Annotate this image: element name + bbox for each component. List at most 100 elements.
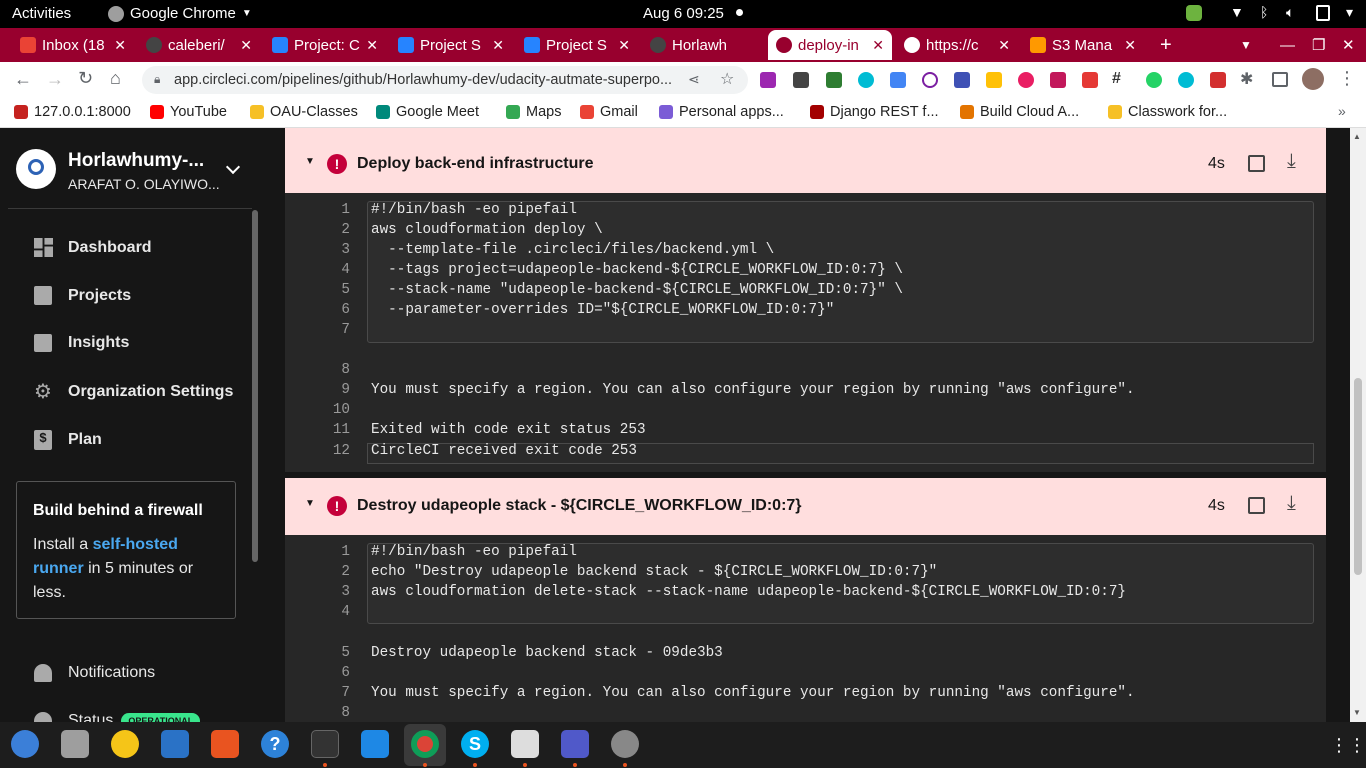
app-menu[interactable]: Google Chrome ▼	[108, 5, 252, 22]
org-avatar[interactable]	[16, 149, 56, 189]
more-menu-icon[interactable]: ⋮	[1338, 68, 1356, 89]
download-icon[interactable]: ⤓	[1287, 492, 1296, 515]
maximize-button[interactable]: ❐	[1304, 30, 1328, 60]
clock[interactable]: Aug 6 09:25	[643, 5, 724, 22]
close-icon[interactable]: ✕	[492, 37, 504, 54]
extension-icon[interactable]	[1082, 72, 1098, 88]
terminal-icon[interactable]	[311, 730, 339, 758]
activities-button[interactable]: Activities	[12, 5, 71, 22]
chevron-down-icon[interactable]	[225, 159, 241, 175]
wifi-icon[interactable]: ▼	[1230, 4, 1244, 20]
address-bar[interactable]: 🔒︎ app.circleci.com/pipelines/github/Hor…	[142, 66, 748, 94]
back-icon[interactable]: ←	[14, 69, 32, 90]
google-translate-icon[interactable]	[890, 72, 906, 88]
react-devtools-icon[interactable]	[858, 72, 874, 88]
share-icon[interactable]: ⋖	[688, 71, 700, 88]
battery-icon[interactable]	[1316, 5, 1330, 21]
sidebar-item-projects[interactable]: Projects	[34, 286, 131, 305]
extension-icon[interactable]	[986, 72, 1002, 88]
show-applications-icon[interactable]: ⋮⋮⋮	[1330, 735, 1366, 756]
bookmark-classwork[interactable]: Classwork for...	[1108, 104, 1227, 120]
open-external-icon[interactable]	[1248, 155, 1265, 172]
step-header-destroy-stack[interactable]: ▼ ! Destroy udapeople stack - ${CIRCLE_W…	[285, 478, 1326, 535]
org-name[interactable]: Horlawhumy-...	[68, 150, 204, 172]
extension-icon[interactable]	[793, 72, 809, 88]
main-scrollbar-thumb[interactable]	[1354, 378, 1362, 575]
main-scrollbar-track[interactable]: ▲ ▼	[1350, 128, 1366, 722]
collapse-chevron-icon[interactable]: ▼	[305, 156, 315, 167]
sidebar-item-status[interactable]: Status OPERATIONAL	[34, 712, 201, 722]
reload-icon[interactable]: ↻	[78, 68, 93, 89]
close-icon[interactable]: ✕	[618, 37, 630, 54]
home-icon[interactable]: ⌂	[110, 68, 121, 89]
extension-icon[interactable]	[954, 72, 970, 88]
close-icon[interactable]: ✕	[114, 37, 126, 54]
bookmark-localhost[interactable]: 127.0.0.1:8000	[14, 104, 131, 120]
new-tab-button[interactable]: +	[1152, 30, 1182, 60]
vscode-icon[interactable]	[361, 730, 389, 758]
software-center-icon[interactable]	[211, 730, 239, 758]
lock-icon[interactable]: 🔒︎	[154, 72, 160, 87]
tab-jira-project-2[interactable]: Project S ✕	[390, 30, 512, 60]
sidebar-scrollbar[interactable]	[252, 210, 258, 562]
star-icon[interactable]: ☆	[720, 69, 734, 89]
bookmark-oau-classes[interactable]: OAU-Classes	[250, 104, 358, 120]
download-icon[interactable]: ⤓	[1287, 150, 1296, 173]
forward-icon[interactable]: →	[46, 69, 64, 90]
thunderbird-icon[interactable]	[11, 730, 39, 758]
side-panel-icon[interactable]	[1272, 72, 1288, 87]
sidebar-item-organization-settings[interactable]: ⚙ Organization Settings	[34, 382, 233, 402]
scroll-down-icon[interactable]: ▼	[1353, 708, 1361, 717]
sidebar-item-dashboard[interactable]: Dashboard	[34, 238, 152, 257]
volume-icon[interactable]: 🔈︎	[1286, 4, 1294, 21]
close-icon[interactable]: ✕	[872, 37, 884, 54]
bookmark-django-rest[interactable]: Django REST f...	[810, 104, 939, 120]
skype-icon[interactable]: S	[461, 730, 489, 758]
scroll-up-icon[interactable]: ▲	[1353, 132, 1361, 141]
pdf-extension-icon[interactable]	[1210, 72, 1226, 88]
profile-avatar[interactable]	[1302, 68, 1324, 90]
bookmark-personal-apps[interactable]: Personal apps...	[659, 104, 784, 120]
extension-icon[interactable]	[1178, 72, 1194, 88]
update-icon[interactable]	[1186, 5, 1202, 21]
system-menu-chevron-icon[interactable]: ▾	[1346, 4, 1353, 21]
minimize-button[interactable]: —	[1272, 30, 1296, 60]
screenshot-tool-icon[interactable]	[511, 730, 539, 758]
close-icon[interactable]: ✕	[366, 37, 378, 54]
hashtag-icon[interactable]: #	[1112, 70, 1121, 88]
whatsapp-icon[interactable]	[1146, 72, 1162, 88]
bookmark-google-meet[interactable]: Google Meet	[376, 104, 479, 120]
step-header-deploy-backend[interactable]: ▼ ! Deploy back-end infrastructure 4s ⤓	[285, 136, 1326, 193]
open-external-icon[interactable]	[1248, 497, 1265, 514]
tab-github-horlawh[interactable]: Horlawh	[642, 30, 764, 60]
extension-icon[interactable]	[1050, 72, 1066, 88]
sidebar-item-notifications[interactable]: Notifications	[34, 664, 155, 682]
extensions-icon[interactable]: ✱	[1240, 69, 1253, 89]
extension-icon[interactable]	[826, 72, 842, 88]
bookmark-build-cloud[interactable]: Build Cloud A...	[960, 104, 1079, 120]
more-bookmarks-icon[interactable]: »	[1338, 103, 1346, 119]
close-icon[interactable]: ✕	[240, 37, 252, 54]
settings-icon[interactable]	[611, 730, 639, 758]
teams-icon[interactable]	[561, 730, 589, 758]
close-window-button[interactable]: ✕	[1334, 30, 1358, 60]
extension-icon[interactable]	[1018, 72, 1034, 88]
close-icon[interactable]: ✕	[1124, 37, 1136, 54]
libreoffice-writer-icon[interactable]	[161, 730, 189, 758]
bookmark-maps[interactable]: Maps	[506, 104, 561, 120]
files-icon[interactable]	[61, 730, 89, 758]
sidebar-item-plan[interactable]: $ Plan	[34, 430, 102, 450]
bookmark-youtube[interactable]: YouTube	[150, 104, 227, 120]
close-icon[interactable]: ✕	[998, 37, 1010, 54]
tab-github-caleberi[interactable]: caleberi/ ✕	[138, 30, 260, 60]
chrome-icon[interactable]	[411, 730, 439, 758]
tab-circleci-deploy[interactable]: deploy-in ✕	[768, 30, 892, 60]
collapse-chevron-icon[interactable]: ▼	[305, 498, 315, 509]
bluetooth-icon[interactable]: ᛒ	[1260, 4, 1268, 20]
extension-icon[interactable]	[760, 72, 776, 88]
sidebar-item-insights[interactable]: Insights	[34, 334, 129, 352]
tab-search-chevron-icon[interactable]: ▼	[1232, 30, 1258, 60]
tab-jira-project-1[interactable]: Project: C ✕	[264, 30, 386, 60]
tab-jira-project-3[interactable]: Project S ✕	[516, 30, 638, 60]
extension-icon[interactable]	[922, 72, 938, 88]
